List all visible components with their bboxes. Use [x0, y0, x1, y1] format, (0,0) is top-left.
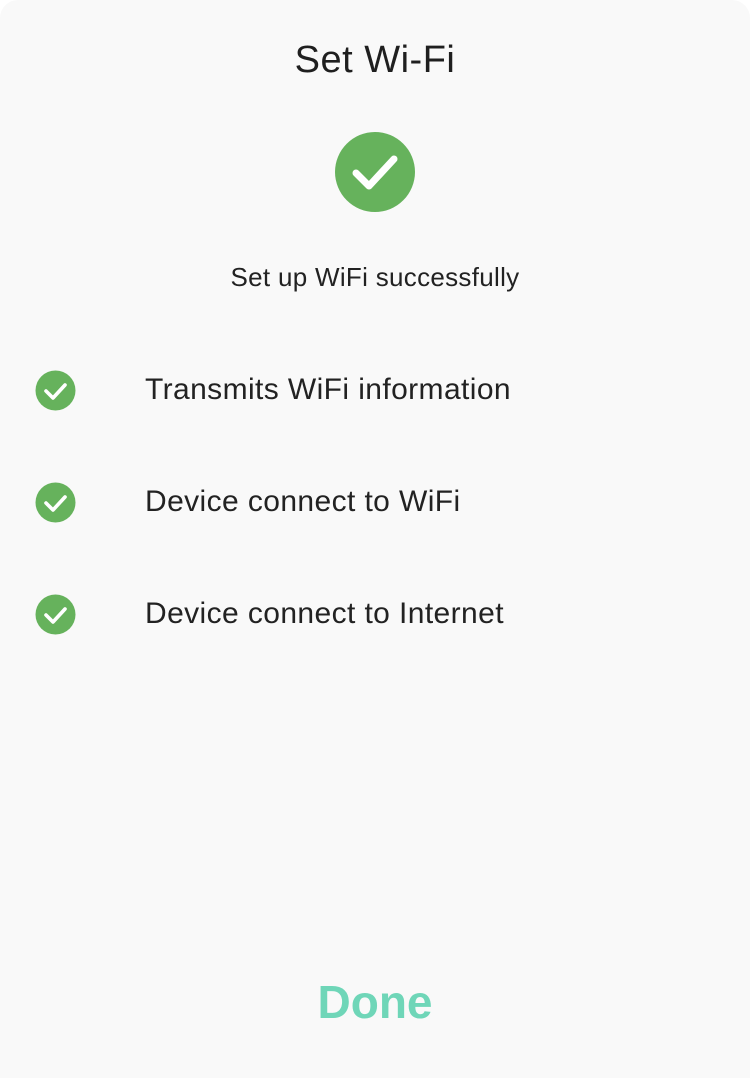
done-button[interactable]: Done: [275, 970, 475, 1034]
step-transmit-wifi-info: Transmits WiFi information: [0, 360, 750, 420]
step-label: Device connect to WiFi: [145, 485, 461, 518]
step-device-connect-internet: Device connect to Internet: [0, 584, 750, 644]
wifi-setup-sheet: Set Wi-Fi Set up WiFi successfully Trans…: [0, 0, 750, 1078]
success-check-icon: [334, 131, 416, 213]
success-message: Set up WiFi successfully: [230, 262, 520, 292]
sheet-title: Set Wi-Fi: [294, 39, 456, 81]
step-check-icon: [35, 482, 76, 523]
step-check-icon: [35, 594, 76, 635]
step-device-connect-wifi: Device connect to WiFi: [0, 472, 750, 532]
step-check-icon: [35, 370, 76, 411]
step-label: Transmits WiFi information: [145, 373, 512, 406]
step-label: Device connect to Internet: [145, 597, 504, 630]
